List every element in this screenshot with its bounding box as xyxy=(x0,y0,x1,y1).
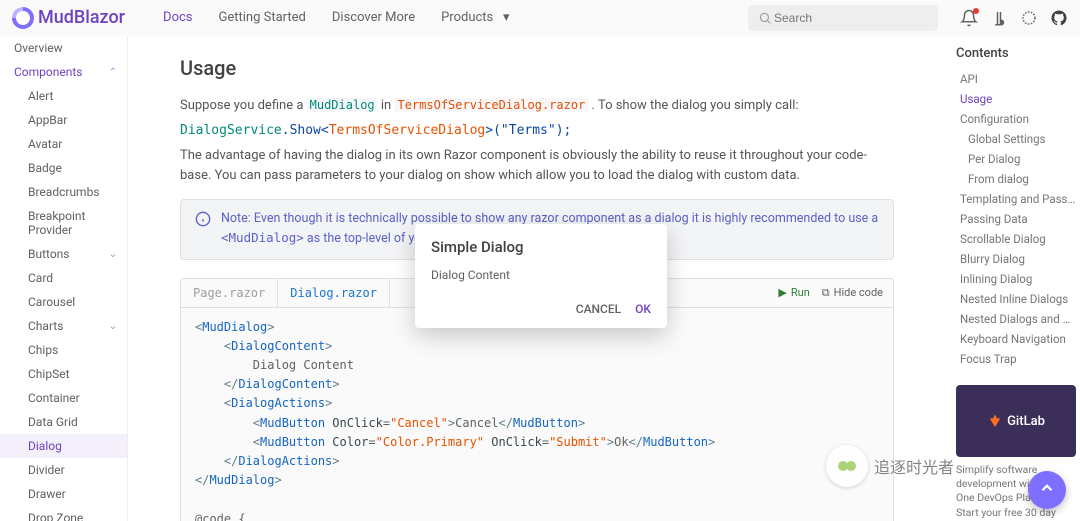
dialog: Simple Dialog Dialog Content CANCEL OK xyxy=(415,224,667,328)
sidebar-item-chipset[interactable]: ChipSet xyxy=(0,362,127,386)
cancel-button[interactable]: CANCEL xyxy=(576,302,621,316)
hide-code-button[interactable]: ⧉Hide code xyxy=(822,286,883,300)
sidebar[interactable]: OverviewComponents⌃AlertAppBarAvatarBadg… xyxy=(0,36,128,521)
sidebar-item-card[interactable]: Card xyxy=(0,266,127,290)
brand[interactable]: MudBlazor xyxy=(12,7,125,29)
sidebar-item-alert[interactable]: Alert xyxy=(0,84,127,108)
main-nav: Docs Getting Started Discover More Produ… xyxy=(157,5,521,31)
search-box[interactable] xyxy=(748,5,938,31)
nav-getting-started[interactable]: Getting Started xyxy=(213,5,312,31)
toc-per-dialog[interactable]: Per Dialog xyxy=(956,149,1076,169)
scroll-top-fab[interactable] xyxy=(1028,471,1066,509)
chevron-up-icon: ⌃ xyxy=(109,67,117,78)
notification-dot xyxy=(973,8,979,14)
sidebar-item-container[interactable]: Container xyxy=(0,386,127,410)
toc-inlining-dialog[interactable]: Inlining Dialog xyxy=(956,269,1076,289)
toc-keyboard-navigation[interactable]: Keyboard Navigation xyxy=(956,329,1076,349)
sidebar-item-drawer[interactable]: Drawer xyxy=(0,482,127,506)
rtl-icon[interactable] xyxy=(990,9,1008,27)
notifications-icon[interactable] xyxy=(960,9,978,27)
sidebar-item-drop-zone[interactable]: Drop Zone xyxy=(0,506,127,521)
chevron-down-icon: ▾ xyxy=(497,9,515,27)
toc-nested-inline-dialogs[interactable]: Nested Inline Dialogs xyxy=(956,289,1076,309)
github-icon[interactable] xyxy=(1050,9,1068,27)
nav-docs[interactable]: Docs xyxy=(157,5,198,31)
sidebar-item-overview[interactable]: Overview xyxy=(0,36,127,60)
chevron-up-icon xyxy=(1038,479,1056,501)
chevron-down-icon: ⌄ xyxy=(109,321,117,332)
tab-dialog-razor[interactable]: Dialog.razor xyxy=(278,279,390,307)
header-actions xyxy=(960,9,1068,27)
sidebar-item-divider[interactable]: Divider xyxy=(0,458,127,482)
toc-passing-data[interactable]: Passing Data xyxy=(956,209,1076,229)
toc-usage[interactable]: Usage xyxy=(956,89,1076,109)
search-icon xyxy=(756,9,774,27)
sidebar-item-breadcrumbs[interactable]: Breadcrumbs xyxy=(0,180,127,204)
code-body: <MudDialog> <DialogContent> Dialog Conte… xyxy=(181,308,893,521)
intro-paragraph: Suppose you define a MudDialog in TermsO… xyxy=(180,96,894,117)
sidebar-item-dialog[interactable]: Dialog xyxy=(0,434,127,458)
toc-focus-trap[interactable]: Focus Trap xyxy=(956,349,1076,369)
sidebar-item-breakpoint-provider[interactable]: Breakpoint Provider xyxy=(0,204,127,242)
gitlab-icon: GitLab xyxy=(987,413,1045,429)
brand-text: MudBlazor xyxy=(38,7,125,28)
sidebar-item-chips[interactable]: Chips xyxy=(0,338,127,362)
watermark: 追逐时光者 xyxy=(826,445,954,487)
toc-blurry-dialog[interactable]: Blurry Dialog xyxy=(956,249,1076,269)
run-button[interactable]: ▶Run xyxy=(778,286,809,300)
toc-scrollable-dialog[interactable]: Scrollable Dialog xyxy=(956,229,1076,249)
info-icon xyxy=(195,210,211,228)
contents-heading: Contents xyxy=(956,46,1076,61)
nav-products[interactable]: Products ▾ xyxy=(435,5,521,31)
toc-templating-and-passing-sim-[interactable]: Templating and Passing Sim… xyxy=(956,189,1076,209)
logo-icon xyxy=(12,7,34,29)
sidebar-item-data-grid[interactable]: Data Grid xyxy=(0,410,127,434)
sidebar-item-components[interactable]: Components⌃ xyxy=(0,60,127,84)
search-input[interactable] xyxy=(774,11,930,25)
toc-global-settings[interactable]: Global Settings xyxy=(956,129,1076,149)
ok-button[interactable]: OK xyxy=(635,302,651,316)
top-header: MudBlazor Docs Getting Started Discover … xyxy=(0,0,1080,36)
theme-icon[interactable] xyxy=(1020,9,1038,27)
explain-paragraph: The advantage of having the dialog in it… xyxy=(180,146,894,188)
ad-image[interactable]: GitLab xyxy=(956,385,1076,457)
dialog-content: Dialog Content xyxy=(415,264,667,296)
sidebar-item-badge[interactable]: Badge xyxy=(0,156,127,180)
play-icon: ▶ xyxy=(778,286,786,299)
chevron-down-icon: ⌄ xyxy=(109,249,117,260)
dialog-title: Simple Dialog xyxy=(415,224,667,264)
nav-discover[interactable]: Discover More xyxy=(326,5,421,31)
toc-list: APIUsageConfigurationGlobal SettingsPer … xyxy=(956,69,1076,369)
toc-api[interactable]: API xyxy=(956,69,1076,89)
tab-page-razor[interactable]: Page.razor xyxy=(181,279,278,307)
toc-configuration[interactable]: Configuration xyxy=(956,109,1076,129)
contents-panel: Contents APIUsageConfigurationGlobal Set… xyxy=(946,36,1080,521)
page-title: Usage xyxy=(180,56,894,80)
sidebar-item-buttons[interactable]: Buttons⌄ xyxy=(0,242,127,266)
toc-from-dialog[interactable]: From dialog xyxy=(956,169,1076,189)
toc-nested-dialogs-and-cancel-all[interactable]: Nested Dialogs and Cancel All xyxy=(956,309,1076,329)
code-call-line: DialogService.Show<TermsOfServiceDialog>… xyxy=(180,121,894,142)
sidebar-item-carousel[interactable]: Carousel xyxy=(0,290,127,314)
code-off-icon: ⧉ xyxy=(822,286,830,300)
sidebar-item-appbar[interactable]: AppBar xyxy=(0,108,127,132)
sidebar-item-avatar[interactable]: Avatar xyxy=(0,132,127,156)
dialog-actions: CANCEL OK xyxy=(415,296,667,328)
sidebar-item-charts[interactable]: Charts⌄ xyxy=(0,314,127,338)
